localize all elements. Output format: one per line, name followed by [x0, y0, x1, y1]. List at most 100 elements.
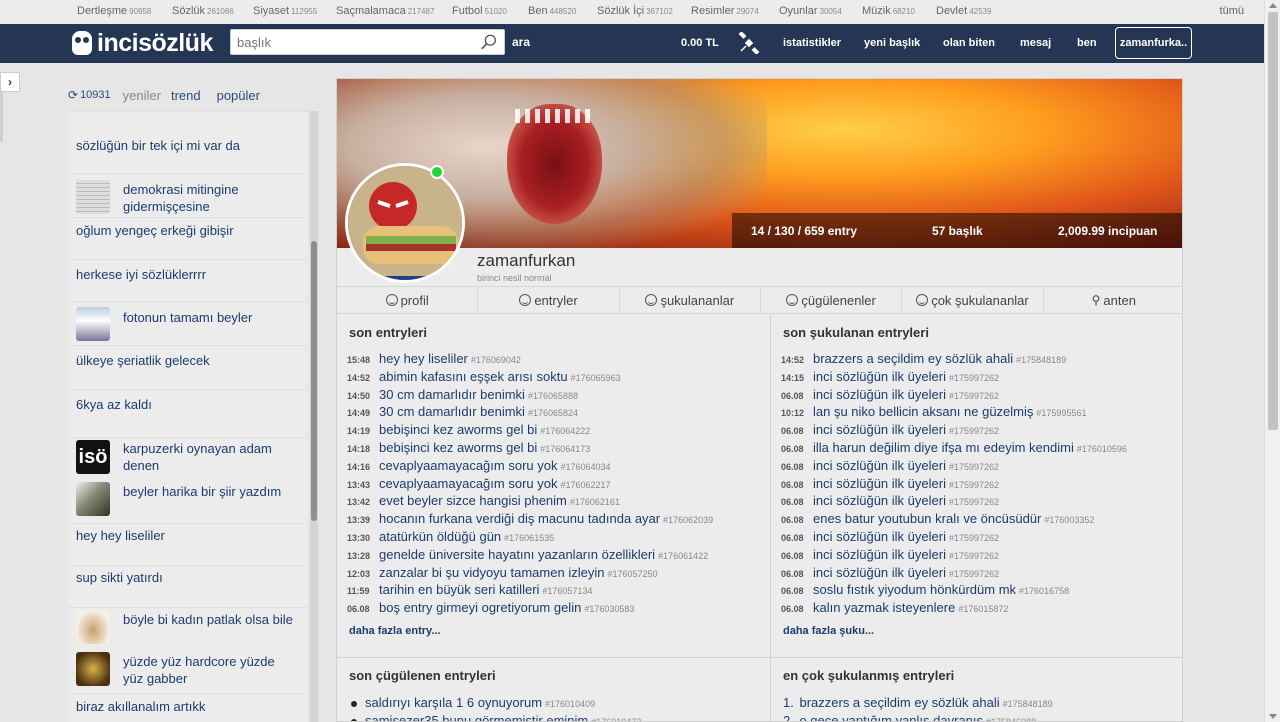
entry-row[interactable]: 11:59 tarihin en büyük seri katilleri #176… — [347, 582, 592, 600]
nav-messages[interactable]: mesaj — [1020, 37, 1051, 49]
entry-row[interactable]: 06.08 inci sözlüğün ilk üyeleri #175997262 — [781, 493, 999, 511]
entry-id[interactable]: #175997262 — [949, 551, 999, 561]
entry-id[interactable]: #176061422 — [658, 551, 708, 561]
category-link[interactable]: Oyunlar 30054 — [779, 5, 842, 17]
topic-count[interactable]: 57 başlık — [932, 224, 983, 238]
topic-title[interactable]: oğlum yengeç erkeği gibişir — [76, 222, 234, 239]
list-item[interactable]: fotonun tamamı beyler — [68, 301, 308, 345]
nav-me[interactable]: ben — [1077, 37, 1097, 49]
entry-id[interactable]: #176069042 — [471, 355, 521, 365]
entry-title[interactable]: illa harun değilim diye ifşa mı edeyim k… — [813, 440, 1074, 455]
entry-row[interactable]: 14:16 cevaplyaamayacağım soru yok #1760640… — [347, 458, 611, 476]
all-categories-link[interactable]: tümü — [1220, 5, 1244, 17]
entry-title[interactable]: inci sözlüğün ilk üyeleri — [813, 422, 946, 437]
entry-title[interactable]: evet beyler sizce hangisi phenim — [379, 493, 567, 508]
entry-row[interactable]: 13:28 genelde üniversite hayatını yazanla… — [347, 547, 708, 565]
list-item[interactable]: yüzde yüz hardcore yüzde yüz gabber — [68, 650, 308, 693]
entry-id[interactable]: #176065888 — [528, 391, 578, 401]
entry-row[interactable]: 14:19 bebişinci kez aworms gel bi #1760642… — [347, 422, 590, 440]
sidebar-scrollbar[interactable] — [310, 111, 318, 722]
entry-row[interactable]: 06.08 inci sözlüğün ilk üyeleri #175997262 — [781, 458, 999, 476]
entry-id[interactable]: #176057134 — [542, 586, 592, 596]
list-item[interactable]: 2. o gece yaptığım yanlış davranış #17584… — [783, 713, 1036, 721]
entry-row[interactable]: 06.08 inci sözlüğün ilk üyeleri #175997262 — [781, 565, 999, 583]
entry-title[interactable]: inci sözlüğün ilk üyeleri — [813, 529, 946, 544]
topic-title[interactable]: karpuzerki oynayan adam denen — [123, 440, 293, 474]
list-item[interactable]: sözlüğün bir tek içi mi var da — [68, 111, 308, 173]
list-item[interactable]: böyle bi kadın patlak olsa bile — [68, 607, 308, 650]
search-button[interactable]: ara — [512, 35, 530, 49]
entry-title[interactable]: 30 cm damarlıdır benimki — [379, 387, 525, 402]
entry-row[interactable]: 14:50 30 cm damarlıdır benimki #176065888 — [347, 387, 578, 405]
tab-profil[interactable]: profil — [337, 287, 479, 313]
nav-activity[interactable]: olan biten — [943, 37, 995, 49]
scrollbar-thumb[interactable] — [1268, 12, 1278, 430]
scroll-down-icon[interactable] — [1269, 714, 1277, 719]
entry-title[interactable]: inci sözlüğün ilk üyeleri — [813, 565, 946, 580]
category-link[interactable]: Resimler 29074 — [691, 5, 759, 17]
entry-title[interactable]: bebişinci kez aworms gel bi — [379, 422, 537, 437]
entry-row[interactable]: 14:52 abimin kafasını eşşek arısı soktu #1… — [347, 369, 621, 387]
more-likes-link[interactable]: daha fazla şuku... — [783, 625, 874, 637]
entry-title[interactable]: boş entry girmeyi ogretiyorum gelin — [379, 600, 581, 615]
entry-row[interactable]: 14:18 bebişinci kez aworms gel bi #1760641… — [347, 440, 590, 458]
entry-title[interactable]: inci sözlüğün ilk üyeleri — [813, 369, 946, 384]
entry-row[interactable]: 14:15 inci sözlüğün ilk üyeleri #175997262 — [781, 369, 999, 387]
entry-title[interactable]: cevaplyaamayacağım soru yok — [379, 476, 557, 491]
list-item[interactable]: oğlum yengeç erkeği gibişir — [68, 217, 308, 259]
tab-cugulenenler[interactable]: çügülenenler — [761, 287, 903, 313]
user-menu-button[interactable]: zamanfurka.. — [1115, 27, 1192, 59]
entry-title[interactable]: abimin kafasını eşşek arısı soktu — [379, 369, 568, 384]
entry-id[interactable]: #175997262 — [949, 480, 999, 490]
tab-yeniler[interactable]: yeniler — [123, 88, 161, 103]
entry-id[interactable]: #175997262 — [949, 391, 999, 401]
topic-title[interactable]: böyle bi kadın patlak olsa bile — [123, 611, 293, 628]
entry-title[interactable]: hey hey liseliler — [379, 351, 468, 366]
entry-row[interactable]: 06.08 illa harun değilim diye ifşa mı ede… — [781, 440, 1127, 458]
topic-title[interactable]: sup sikti yatırdı — [76, 569, 163, 586]
list-item[interactable]: saldırıyı karşıla 1 6 oynuyorum #17601040… — [351, 695, 595, 710]
entry-row[interactable]: 06.08 inci sözlüğün ilk üyeleri #175997262 — [781, 547, 999, 565]
entry-title[interactable]: inci sözlüğün ilk üyeleri — [813, 476, 946, 491]
entry-row[interactable]: 06.08 inci sözlüğün ilk üyeleri #175997262 — [781, 422, 999, 440]
sidebar-scrollbar-thumb[interactable] — [311, 241, 317, 521]
entry-id[interactable]: #176065963 — [571, 373, 621, 383]
list-item[interactable]: isö karpuzerki oynayan adam denen — [68, 437, 308, 480]
topic-title[interactable]: ülkeye şeriatlik gelecek — [76, 352, 210, 369]
entry-title[interactable]: cevaplyaamayacağım soru yok — [379, 458, 557, 473]
satellite-icon[interactable] — [738, 32, 760, 54]
entry-id[interactable]: #176062217 — [560, 480, 610, 490]
topic-title[interactable]: sözlüğün bir tek içi mi var da — [76, 137, 240, 154]
entry-title[interactable]: inci sözlüğün ilk üyeleri — [813, 387, 946, 402]
topic-title[interactable]: biraz akıllanalım artıkk — [76, 698, 205, 715]
entry-id[interactable]: #176030583 — [584, 604, 634, 614]
balance[interactable]: 0.00 TL — [681, 37, 719, 49]
list-item[interactable]: demokrasi mitingine gidermişçesine — [68, 173, 308, 217]
entry-row[interactable]: 14:49 30 cm damarlıdır benimki #176065824 — [347, 404, 578, 422]
entry-row[interactable]: 12:03 zanzalar bi şu vidyoyu tamamen izle… — [347, 565, 658, 583]
list-item[interactable]: biraz akıllanalım artıkk — [68, 693, 308, 722]
topic-title[interactable]: fotonun tamamı beyler — [123, 309, 293, 326]
entry-id[interactable]: #175848189 — [1016, 355, 1066, 365]
nav-new-topic[interactable]: yeni başlık — [864, 37, 920, 49]
topic-title[interactable]: hey hey liseliler — [76, 527, 165, 544]
sidebar-toggle-button[interactable]: › — [0, 72, 20, 92]
more-entries-link[interactable]: daha fazla entry... — [349, 625, 441, 637]
category-link[interactable]: Sözlük İçi 367102 — [597, 5, 673, 17]
search-icon[interactable] — [480, 33, 498, 51]
entry-row[interactable]: 13:42 evet beyler sizce hangisi phenim #17… — [347, 493, 620, 511]
entry-title[interactable]: zanzalar bi şu vidyoyu tamamen izleyin — [379, 565, 604, 580]
list-item[interactable]: herkese iyi sözlüklerrrr — [68, 259, 308, 301]
entry-row[interactable]: 15:48 hey hey liseliler #176069042 — [347, 351, 521, 369]
category-link[interactable]: Saçmalamaca 217487 — [336, 5, 434, 17]
entry-title[interactable]: tarihin en büyük seri katilleri — [379, 582, 539, 597]
entry-title[interactable]: genelde üniversite hayatını yazanların ö… — [379, 547, 655, 562]
entry-id[interactable]: #175997262 — [949, 569, 999, 579]
entry-row[interactable]: 06.08 kalın yazmak isteyenlere #176015872 — [781, 600, 1008, 618]
entry-row[interactable]: 06.08 soslu fıstık yiyodum hönkürdüm mk #1… — [781, 582, 1069, 600]
entry-row[interactable]: 14:52 brazzers a seçildim ey sözlük ahali… — [781, 351, 1066, 369]
entry-row[interactable]: 06.08 inci sözlüğün ilk üyeleri #175997262 — [781, 529, 999, 547]
entry-row[interactable]: 13:39 hocanın furkana verdiği diş macunu … — [347, 511, 713, 529]
category-link[interactable]: Siyaset 112955 — [253, 5, 317, 17]
entry-title[interactable]: inci sözlüğün ilk üyeleri — [813, 547, 946, 562]
